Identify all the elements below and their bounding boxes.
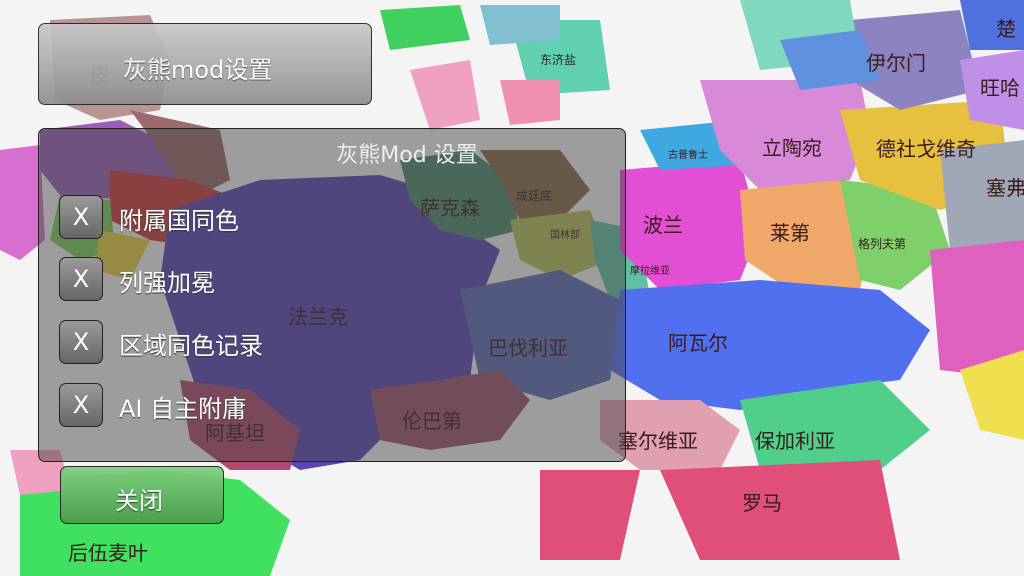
label-vassal-same-color: 附属国同色	[119, 207, 239, 235]
region-north-teal[interactable]	[480, 5, 560, 45]
label-moxi: 摩拉维亚	[630, 264, 670, 277]
label-laidi: 莱第	[770, 221, 810, 245]
label-baojialiya: 保加利亚	[755, 429, 835, 453]
label-great-power-coronation: 列强加冕	[119, 269, 215, 297]
label-region-color-record: 区域同色记录	[119, 332, 263, 360]
checkbox-vassal-same-color[interactable]: X	[59, 195, 103, 239]
mod-settings-title-button[interactable]: 灰熊mod设置	[38, 23, 372, 105]
label-deshegewei: 德社戈维奇	[876, 137, 976, 161]
region-north-pink-2[interactable]	[500, 80, 560, 125]
panel-title: 灰熊Mod 设置	[336, 143, 478, 168]
label-ai-auto-vassal: AI 自主附庸	[119, 395, 247, 423]
label-houwumaiye: 后伍麦叶	[68, 541, 148, 565]
close-button[interactable]: 关闭	[60, 466, 224, 524]
label-gepu: 古普鲁士	[668, 148, 708, 161]
mod-settings-panel: 灰熊Mod 设置 X 附属国同色 X 列强加冕 X 区域同色记录 X AI 自主…	[38, 128, 626, 462]
checkbox-great-power-coronation[interactable]: X	[59, 257, 103, 301]
label-saifu: 塞弗	[986, 176, 1024, 200]
label-awaer: 阿瓦尔	[668, 331, 728, 355]
label-luoma: 罗马	[742, 491, 782, 515]
label-saierweiya: 塞尔维亚	[618, 429, 698, 453]
label-bolan: 波兰	[643, 213, 683, 237]
checkbox-ai-auto-vassal[interactable]: X	[59, 383, 103, 427]
label-dongjiyi: 东济盐	[540, 52, 576, 67]
label-gelie: 格列夫第	[858, 236, 906, 251]
label-litaowan: 立陶宛	[762, 136, 822, 160]
close-button-label: 关闭	[115, 487, 163, 515]
mod-settings-title-label: 灰熊mod设置	[123, 56, 273, 84]
checkbox-region-color-record[interactable]: X	[59, 320, 103, 364]
label-chu: 楚	[996, 17, 1016, 41]
label-yiermen: 伊尔门	[866, 51, 926, 75]
label-wangha: 旺哈	[980, 76, 1020, 100]
